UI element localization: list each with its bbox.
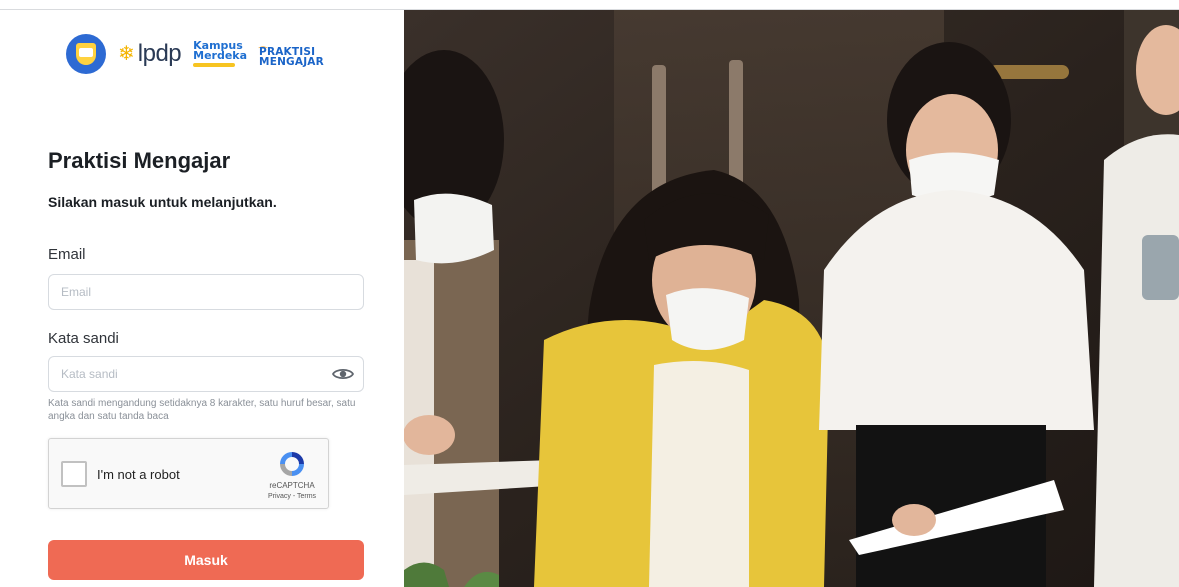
partner-logos: ❄ lpdp Kampus Merdeka ⁔ PRAKTISI MENGAJA… [66,32,324,76]
browser-top-edge [0,0,1179,10]
hero-photo-illustration [404,10,1179,587]
recaptcha-widget: I'm not a robot reCAPTCHA Privacy - Term… [48,438,329,509]
praktisi-mengajar-logo: ⁔ PRAKTISI MENGAJAR [259,38,324,68]
email-label: Email [48,246,86,263]
password-input[interactable] [48,356,364,392]
eye-icon[interactable] [331,366,355,382]
page-title: Praktisi Mengajar [48,148,231,173]
lpdp-mark-icon: ❄ [118,43,135,65]
password-hint: Kata sandi mengandung setidaknya 8 karak… [48,398,356,422]
lpdp-logo: ❄ lpdp [118,34,182,74]
kemdikbud-logo-icon [66,34,106,74]
recaptcha-brand: reCAPTCHA [269,481,315,490]
hero-photo [404,10,1179,587]
lpdp-logo-text: lpdp [137,40,182,67]
kampus-logo-line-2: Merdeka [193,49,248,62]
email-input[interactable] [48,274,364,310]
password-label: Kata sandi [48,330,119,347]
recaptcha-checkbox[interactable] [61,461,87,487]
login-button[interactable]: Masuk [48,540,364,580]
recaptcha-terms-link[interactable]: Privacy - Terms [249,493,335,500]
recaptcha-logo-icon [277,449,307,479]
kampus-merdeka-logo: Kampus Merdeka [193,39,248,68]
recaptcha-label: I'm not a robot [97,467,180,482]
page-subtitle: Silakan masuk untuk melanjutkan. [48,194,277,210]
praktisi-logo-line-2: MENGAJAR [259,56,324,68]
